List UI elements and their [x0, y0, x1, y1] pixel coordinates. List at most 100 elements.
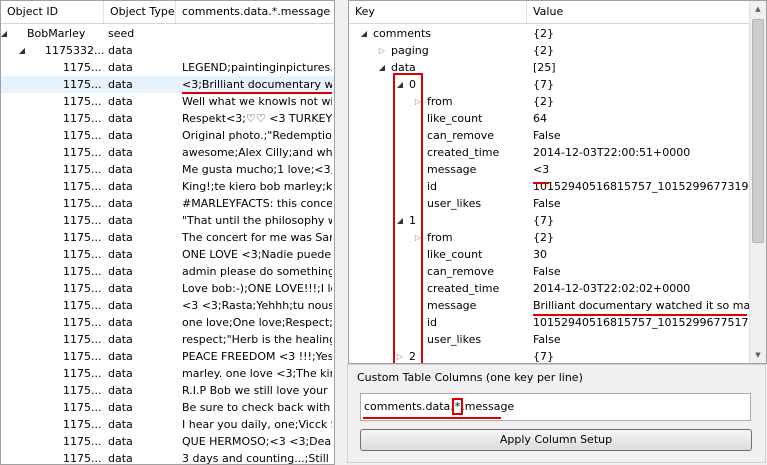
expanded-arrow-icon[interactable]: ◢: [1, 25, 9, 42]
cell-object-type: data: [108, 401, 133, 414]
cell-object-type: data: [108, 333, 133, 346]
cell-object-type: data: [108, 452, 133, 465]
table-row[interactable]: ◢ 1175332... data: [1, 42, 334, 59]
tree-value: {2}: [533, 27, 554, 40]
table-row[interactable]: 1175... data Respekt<3;♡♡ <3 TURKEY <: [1, 110, 334, 127]
cell-message: King!;te kiero bob marley;kin: [182, 180, 332, 193]
cell-object-id: 1175...: [63, 180, 102, 193]
cell-object-id: 1175...: [63, 384, 102, 397]
cell-object-id: 1175...: [63, 231, 102, 244]
expanded-arrow-icon[interactable]: ◢: [377, 59, 387, 76]
table-row[interactable]: 1175... data Me gusta mucho;1 love;<3;V: [1, 161, 334, 178]
table-row[interactable]: 1175... data "That until the philosophy w: [1, 212, 334, 229]
cell-message: Love bob:-);ONE LOVE!!!;I lo: [182, 282, 332, 295]
table-row[interactable]: ◢ BobMarley seed: [1, 25, 334, 42]
cell-object-id: 1175...: [63, 95, 102, 108]
cell-object-type: data: [108, 129, 133, 142]
cell-object-type: data: [108, 44, 133, 57]
tree-key: can_remove: [427, 265, 495, 278]
cell-object-type: data: [108, 299, 133, 312]
column-header-message[interactable]: comments.data.*.message: [176, 1, 334, 23]
apply-column-setup-button[interactable]: Apply Column Setup: [360, 429, 752, 451]
tree-value: False: [533, 265, 561, 278]
column-header-key[interactable]: Key: [349, 1, 527, 23]
expanded-arrow-icon[interactable]: ◢: [17, 42, 27, 59]
collapsed-arrow-icon[interactable]: ▷: [377, 42, 387, 59]
table-row[interactable]: 1175... data Be sure to check back with u: [1, 399, 334, 416]
custom-columns-text-suffix: .message: [461, 400, 515, 413]
tree-key: user_likes: [427, 333, 482, 346]
cell-message: marley. one love <3;The king: [182, 367, 332, 380]
tree-value: {7}: [533, 350, 554, 363]
tree-value: Brilliant documentary watched it so man: [533, 299, 749, 312]
cell-object-type: data: [108, 95, 133, 108]
cell-message: Well what we knowIs not wi: [182, 95, 332, 108]
objects-table[interactable]: Object ID Object Type comments.data.*.me…: [0, 0, 335, 465]
column-header-object-type[interactable]: Object Type: [104, 1, 176, 23]
table-row[interactable]: 1175... data #MARLEYFACTS: this concer: [1, 195, 334, 212]
cell-object-id: 1175...: [63, 214, 102, 227]
table-row[interactable]: 1175... data R.I.P Bob we still love your …: [1, 382, 334, 399]
tree-key: paging: [391, 44, 429, 57]
cell-object-id: 1175...: [63, 61, 102, 74]
tree-value: 2014-12-03T22:00:51+0000: [533, 146, 691, 159]
table-row[interactable]: 1175... data Love bob:-);ONE LOVE!!!;I lo: [1, 280, 334, 297]
table-row[interactable]: 1175... data Original photo.;"Redemption: [1, 127, 334, 144]
custom-columns-input[interactable]: comments.data.*.message: [360, 393, 751, 421]
table-row[interactable]: 1175... data QUE HERMOSO;<3 <3;Dean: [1, 433, 334, 450]
table-row[interactable]: 1175... data <3;Brilliant documentary wa: [1, 76, 334, 93]
scroll-up-icon[interactable]: ▲: [750, 1, 766, 17]
highlight-box-array-indices: [393, 73, 423, 363]
cell-object-type: data: [108, 197, 133, 210]
tree-value: <3: [533, 163, 550, 176]
cell-message: Original photo.;"Redemption: [182, 129, 332, 142]
table-row[interactable]: 1175... data one love;One love;Respect;B: [1, 314, 334, 331]
tree-key: can_remove: [427, 129, 495, 142]
column-header-object-id[interactable]: Object ID: [1, 1, 104, 23]
objects-table-body: ◢ BobMarley seed ◢ 1175332... data 1175... data…: [1, 25, 334, 465]
tree-value: [25]: [533, 61, 556, 74]
table-row[interactable]: 1175... data ONE LOVE <3;Nadie puede c: [1, 246, 334, 263]
table-row[interactable]: 1175... data <3 <3;Rasta;Yehhh;tu nous n: [1, 297, 334, 314]
table-row[interactable]: 1175... data marley. one love <3;The king: [1, 365, 334, 382]
scroll-down-icon[interactable]: ▼: [750, 347, 766, 363]
highlight-underline-custom-column: [363, 417, 501, 419]
json-tree[interactable]: Key Value ◢ comments {2} ▷ paging {2} ◢ data [25…: [348, 0, 767, 364]
tree-value: {2}: [533, 95, 554, 108]
table-row[interactable]: 1175... data Well what we knowIs not wi: [1, 93, 334, 110]
tree-key: 0: [409, 78, 416, 91]
table-row[interactable]: 1175... data I hear you daily, one;Vicck S…: [1, 416, 334, 433]
tree-key: like_count: [427, 112, 483, 125]
tree-value: False: [533, 129, 561, 142]
cell-message: <3;Brilliant documentary wa: [182, 78, 332, 91]
json-tree-header: Key Value: [349, 1, 750, 24]
column-header-value[interactable]: Value: [527, 1, 749, 23]
tree-row[interactable]: ▷ paging {2}: [349, 42, 750, 59]
cell-object-type: data: [108, 367, 133, 380]
tree-value: {2}: [533, 231, 554, 244]
expanded-arrow-icon[interactable]: ◢: [359, 25, 369, 42]
objects-table-header: Object ID Object Type comments.data.*.me…: [1, 1, 334, 24]
table-row[interactable]: 1175... data The concert for me was San: [1, 229, 334, 246]
json-tree-scrollbar[interactable]: ▲ ▼: [749, 1, 766, 363]
table-row[interactable]: 1175... data PEACE FREEDOM <3 !!!;Yes;Y: [1, 348, 334, 365]
tree-key: id: [427, 180, 438, 193]
table-row[interactable]: 1175... data 3 days and counting...;Still …: [1, 450, 334, 465]
table-row[interactable]: 1175... data awesome;Alex Cilly;and what: [1, 144, 334, 161]
cell-message: "That until the philosophy w: [182, 214, 332, 227]
cell-message: QUE HERMOSO;<3 <3;Dean: [182, 435, 332, 448]
tree-key: user_likes: [427, 197, 482, 210]
cell-object-id: 1175...: [63, 112, 102, 125]
table-row[interactable]: 1175... data admin please do something: [1, 263, 334, 280]
tree-row[interactable]: ◢ comments {2}: [349, 25, 750, 42]
cell-object-id: 1175...: [63, 265, 102, 278]
cell-object-type: data: [108, 384, 133, 397]
cell-object-type: data: [108, 112, 133, 125]
highlight-underline-message-1: [533, 314, 747, 316]
cell-object-type: data: [108, 214, 133, 227]
table-row[interactable]: 1175... data LEGEND;paintinginpictures.c: [1, 59, 334, 76]
table-row[interactable]: 1175... data King!;te kiero bob marley;kin: [1, 178, 334, 195]
table-row[interactable]: 1175... data respect;"Herb is the healing: [1, 331, 334, 348]
scrollbar-thumb[interactable]: [752, 19, 764, 243]
cell-message: Be sure to check back with u: [182, 401, 332, 414]
